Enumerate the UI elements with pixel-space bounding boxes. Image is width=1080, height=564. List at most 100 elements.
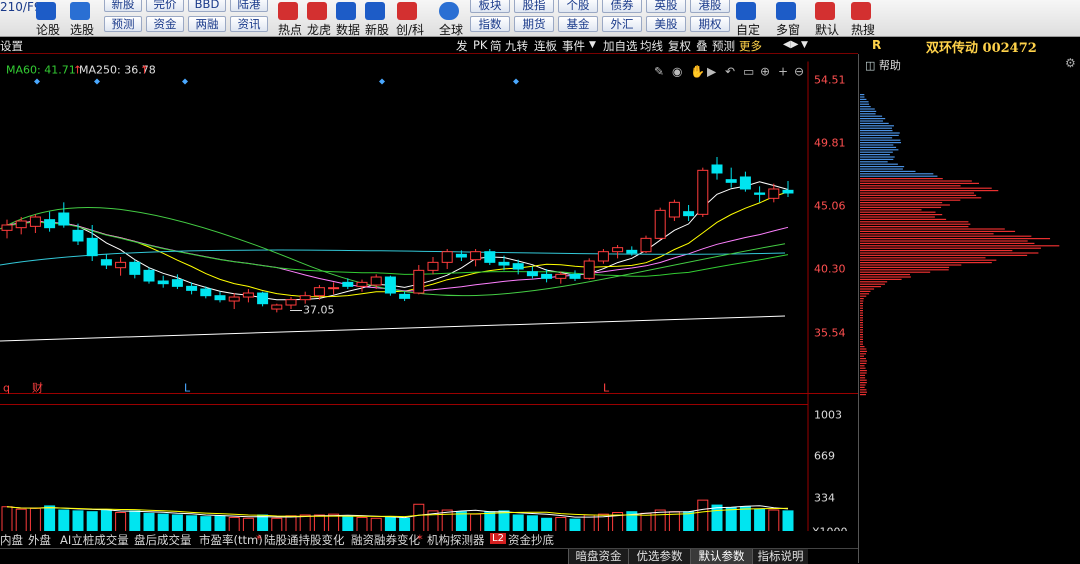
price-top-button[interactable]: 完价: [146, 0, 184, 12]
volume-profile-bar: [860, 214, 943, 216]
tab-inner-disk[interactable]: 内盘: [0, 532, 23, 548]
tab-hk-connect[interactable]: 陆股通持股变化: [264, 532, 345, 548]
candle: [512, 263, 524, 270]
marker-l[interactable]: L: [603, 382, 610, 395]
data-button[interactable]: 数据: [336, 21, 360, 36]
volume-profile-bar: [860, 343, 863, 345]
add-watchlist-button[interactable]: 加自选: [603, 38, 638, 54]
undo-icon[interactable]: ↶: [725, 65, 735, 79]
forex-button[interactable]: 外汇: [602, 16, 642, 32]
event-marker-icon[interactable]: [182, 78, 188, 85]
xuan-gu-button[interactable]: 选股: [70, 21, 94, 36]
plus-icon[interactable]: +: [778, 65, 788, 79]
uk-stock-button[interactable]: 英股: [646, 0, 686, 13]
volume-profile-bar: [860, 274, 910, 276]
marker-l[interactable]: L: [184, 382, 191, 395]
global-button[interactable]: 全球: [439, 21, 463, 36]
settings-label[interactable]: 设置: [0, 38, 23, 54]
toggle-panel-icon[interactable]: ◀▶: [783, 39, 798, 50]
multi-window-button[interactable]: 多窗: [776, 21, 800, 36]
marker-cai[interactable]: 财: [32, 381, 43, 395]
volume-profile-bar: [860, 319, 863, 321]
tab-indicator-help[interactable]: 指标说明: [752, 549, 808, 564]
hk-top-button[interactable]: 陆港: [230, 0, 268, 12]
event-dropdown-icon[interactable]: ▼: [589, 40, 596, 50]
play-icon[interactable]: ▶: [707, 65, 717, 79]
lianban-button[interactable]: 连板: [534, 38, 557, 54]
hand-icon[interactable]: ✋: [690, 65, 705, 79]
tab-margin-star-icon: *: [417, 532, 423, 546]
pencil-icon[interactable]: ✎: [654, 65, 664, 79]
default-button[interactable]: 默认: [815, 21, 839, 36]
overlay-button[interactable]: 叠: [696, 38, 708, 54]
new-stock-button[interactable]: 新股: [365, 21, 389, 36]
volume-profile-bar: [860, 250, 1013, 252]
toolbar-dropdown-icon[interactable]: ▼: [801, 40, 808, 50]
jiuzhuan-button[interactable]: 九转: [505, 38, 528, 54]
tab-after-hours-volume[interactable]: 盘后成交量: [134, 532, 192, 548]
new-stock-top-button[interactable]: 新股: [104, 0, 142, 12]
forecast-button[interactable]: 预测: [104, 16, 142, 32]
volume-bar: [15, 508, 27, 533]
jian-button[interactable]: 简: [490, 38, 502, 54]
more-button[interactable]: 更多: [739, 38, 762, 54]
tab-bottom-fishing[interactable]: 资金抄底: [508, 532, 554, 548]
kechuang-button[interactable]: 创/科: [396, 21, 424, 36]
ma-button[interactable]: 均线: [640, 38, 663, 54]
fund-button[interactable]: 基金: [558, 16, 598, 32]
longhu-button[interactable]: 龙虎: [307, 21, 331, 36]
news-button[interactable]: 资讯: [230, 16, 268, 32]
volume-profile-bar: [860, 257, 986, 259]
tab-institution-detector[interactable]: 机构探测器: [427, 532, 485, 548]
candle: [356, 281, 368, 287]
options-button[interactable]: 期权: [690, 16, 730, 32]
candle: [86, 237, 98, 257]
pk-button[interactable]: PK: [473, 38, 487, 52]
hot-search-button[interactable]: 热搜: [851, 21, 875, 36]
tab-outer-disk[interactable]: 外盘: [28, 532, 51, 548]
lock-icon[interactable]: ▭: [743, 65, 754, 79]
margin-button[interactable]: 两融: [188, 16, 226, 32]
funds-button[interactable]: 资金: [146, 16, 184, 32]
indicator-tabs: 内盘 外盘 AI立桩成交量 盘后成交量 市盈率(ttm) * 陆股通持股变化 融…: [0, 531, 858, 548]
us-stock-button[interactable]: 美股: [646, 16, 686, 32]
price-tick: 54.51: [814, 74, 846, 87]
tab-dark-funds[interactable]: 暗盘资金: [568, 549, 628, 564]
volume-profile-bar: [860, 259, 997, 261]
l2-badge: L2: [490, 533, 506, 544]
candle: [271, 304, 283, 310]
tab-preferred-params[interactable]: 优选参数: [628, 549, 690, 564]
event-marker-icon[interactable]: [94, 78, 100, 85]
hotspot-button[interactable]: 热点: [278, 21, 302, 36]
tab-pe-ttm[interactable]: 市盈率(ttm): [199, 532, 263, 548]
event-marker-icon[interactable]: [34, 78, 40, 85]
event-marker-icon[interactable]: [513, 78, 519, 85]
volume-profile-bar: [860, 283, 885, 285]
bbd-top-button[interactable]: BBD: [188, 0, 226, 12]
hk-stock-button[interactable]: 港股: [690, 0, 730, 13]
tab-margin-change[interactable]: 融资融券变化: [351, 532, 420, 548]
volume-profile-bar: [860, 182, 979, 184]
event-marker-icon[interactable]: [379, 78, 385, 85]
volume-profile-bar: [860, 348, 867, 350]
candle: [470, 251, 482, 261]
tab-default-params[interactable]: 默认参数: [690, 549, 752, 564]
index-futures-button[interactable]: 股指: [514, 0, 554, 13]
adjust-button[interactable]: 复权: [668, 38, 691, 54]
plus-circle-icon[interactable]: ⊕: [760, 65, 770, 79]
futures-button[interactable]: 期货: [514, 16, 554, 32]
event-button[interactable]: 事件: [562, 38, 585, 54]
sector-button[interactable]: 板块: [470, 0, 510, 13]
tab-ai-volume[interactable]: AI立桩成交量: [60, 532, 129, 548]
fa-button[interactable]: 发: [456, 38, 468, 54]
stock-button[interactable]: 个股: [558, 0, 598, 13]
volume-profile-bar: [860, 130, 893, 132]
bond-button[interactable]: 债券: [602, 0, 642, 13]
forecast-chart-button[interactable]: 预测: [712, 38, 735, 54]
minus-icon[interactable]: ⊖: [794, 65, 804, 79]
lun-gu-button[interactable]: 论股: [36, 21, 60, 36]
volume-profile-bar: [860, 154, 890, 156]
index-button[interactable]: 指数: [470, 16, 510, 32]
custom-button[interactable]: 自定: [736, 21, 760, 36]
eye-icon[interactable]: ◉: [672, 65, 682, 79]
